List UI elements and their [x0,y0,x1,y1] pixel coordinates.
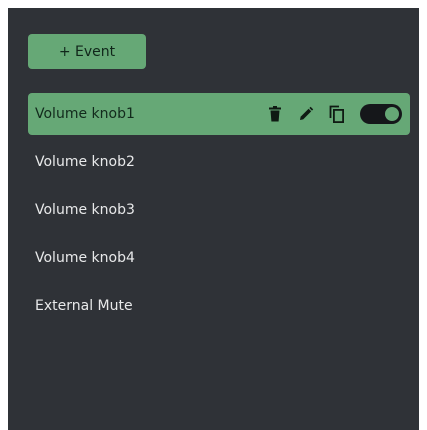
list-item-volume-knob4[interactable]: Volume knob4 [28,237,410,279]
list-item-volume-knob1[interactable]: Volume knob1 [28,93,410,135]
event-label: Volume knob3 [35,202,135,218]
add-event-button[interactable]: + Event [28,34,146,69]
event-list: Volume knob1 Volume knob2 Volume knob3 V… [28,93,410,333]
list-item-volume-knob3[interactable]: Volume knob3 [28,189,410,231]
event-label: Volume knob1 [35,106,135,122]
edit-icon[interactable] [295,103,317,125]
event-label: External Mute [35,298,133,314]
enable-toggle[interactable] [360,104,402,124]
list-item-volume-knob2[interactable]: Volume knob2 [28,141,410,183]
list-item-external-mute[interactable]: External Mute [28,285,410,327]
event-label: Volume knob4 [35,250,135,266]
delete-icon[interactable] [264,103,286,125]
copy-icon[interactable] [326,103,348,125]
event-label: Volume knob2 [35,154,135,170]
row-actions [255,93,402,135]
toggle-knob [385,107,399,121]
events-panel: + Event Volume knob1 Volume knob2 Volume… [8,8,419,430]
